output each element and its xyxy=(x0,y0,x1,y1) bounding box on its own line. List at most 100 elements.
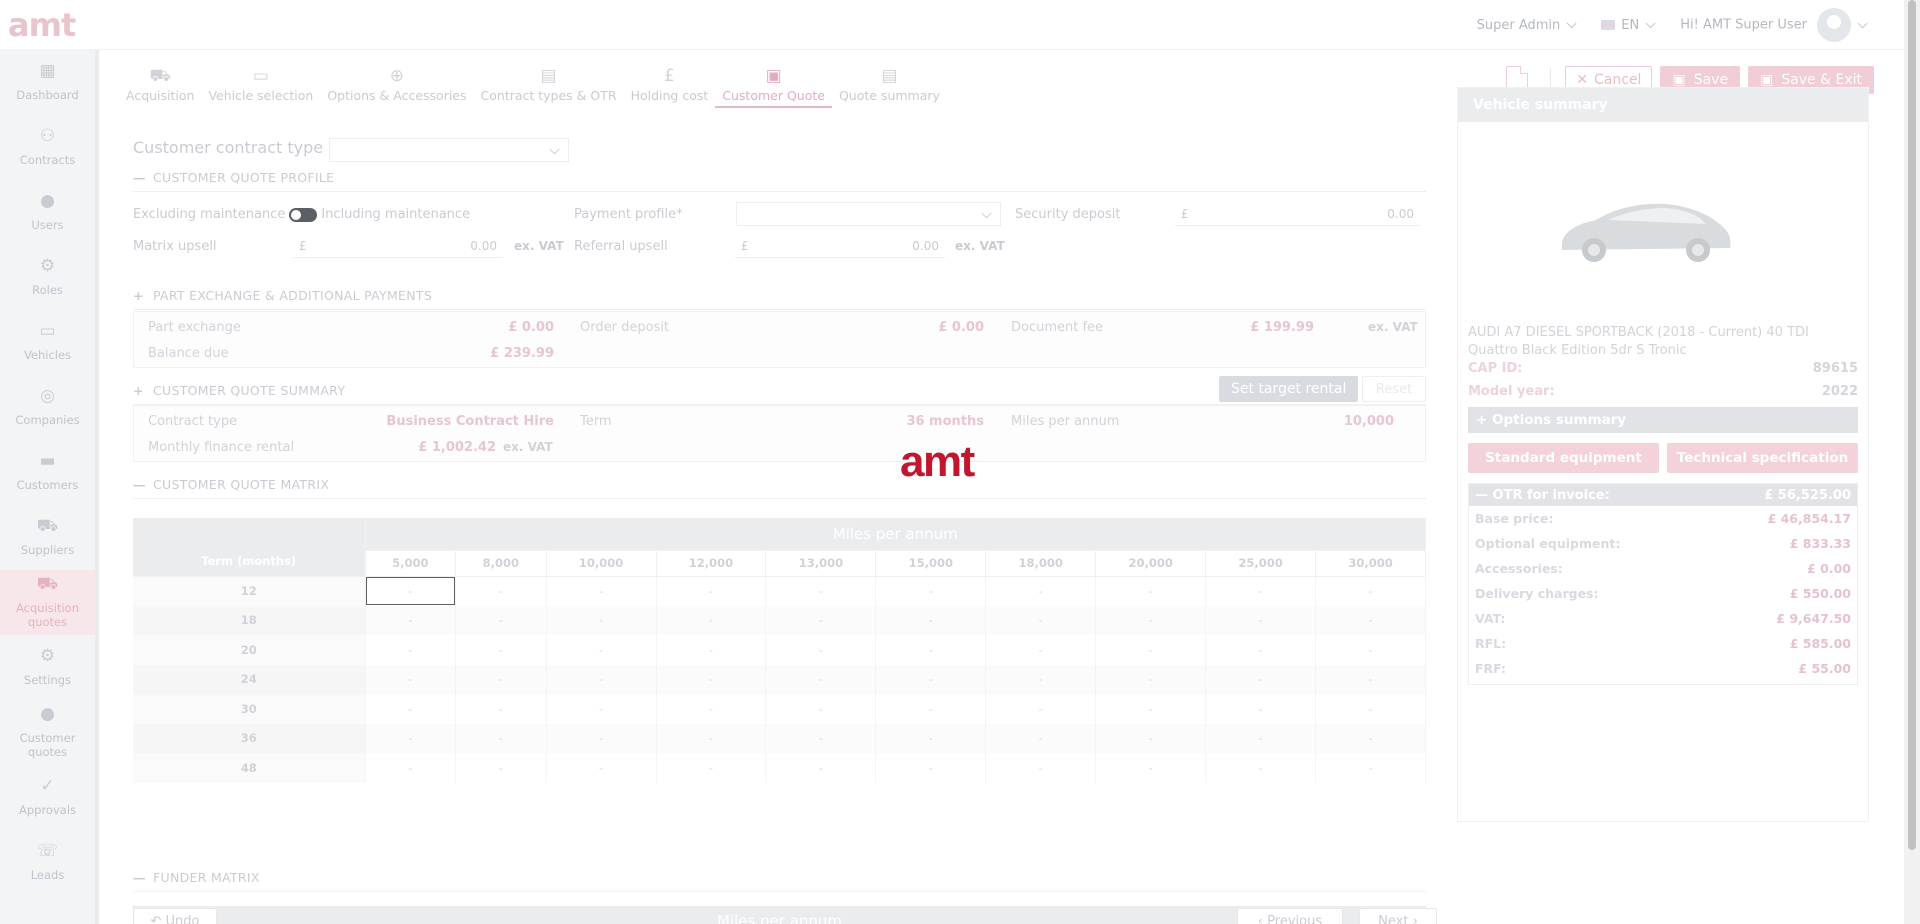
matrix-cell[interactable]: - xyxy=(985,664,1097,694)
standard-equipment-button[interactable]: Standard equipment xyxy=(1468,443,1659,473)
matrix-cell[interactable]: - xyxy=(875,576,987,606)
security-deposit-input[interactable]: £0.00 xyxy=(1175,202,1420,226)
matrix-cell[interactable]: - xyxy=(546,576,657,606)
section-funder-matrix[interactable]: — FUNDER MATRIX xyxy=(133,870,1426,892)
matrix-cell[interactable]: - xyxy=(875,635,987,665)
sidebar-item-customer-quotes[interactable]: ● Customer quotes xyxy=(0,700,95,765)
previous-button[interactable]: ‹ Previous xyxy=(1237,908,1343,924)
matrix-cell[interactable]: - xyxy=(985,723,1097,753)
matrix-cell[interactable]: - xyxy=(1315,664,1426,694)
sidebar-item-approvals[interactable]: ✓ Approvals xyxy=(0,765,95,830)
matrix-cell[interactable]: - xyxy=(875,694,987,724)
matrix-cell[interactable]: - xyxy=(546,753,657,783)
matrix-cell[interactable]: - xyxy=(1205,576,1317,606)
matrix-cell[interactable]: - xyxy=(765,635,877,665)
matrix-cell[interactable]: - xyxy=(365,664,457,694)
section-customer-quote-matrix[interactable]: — CUSTOMER QUOTE MATRIX xyxy=(133,477,1426,499)
tab-vehicle-selection[interactable]: ▭ Vehicle selection xyxy=(201,66,320,108)
matrix-cell[interactable]: - xyxy=(1095,664,1207,694)
matrix-cell[interactable]: - xyxy=(985,635,1097,665)
matrix-upsell-input[interactable]: £0.00 xyxy=(293,234,503,258)
page-scrollbar[interactable] xyxy=(1904,0,1920,924)
matrix-cell[interactable]: - xyxy=(765,664,877,694)
matrix-cell[interactable]: - xyxy=(875,605,987,635)
sidebar-item-suppliers[interactable]: ⛟ Suppliers xyxy=(0,505,95,570)
matrix-cell[interactable]: - xyxy=(1205,605,1317,635)
sidebar-item-vehicles[interactable]: ▭ Vehicles xyxy=(0,310,95,375)
sidebar-item-leads[interactable]: ☏ Leads xyxy=(0,830,95,895)
tab-acquisition[interactable]: ⛟ Acquisition xyxy=(119,66,201,108)
matrix-cell[interactable]: - xyxy=(765,723,877,753)
matrix-cell[interactable]: - xyxy=(365,723,457,753)
matrix-cell[interactable]: - xyxy=(985,753,1097,783)
matrix-cell[interactable]: - xyxy=(455,723,547,753)
matrix-cell[interactable]: - xyxy=(546,694,657,724)
matrix-cell[interactable]: - xyxy=(546,635,657,665)
payment-profile-select[interactable] xyxy=(736,202,1001,226)
matrix-cell[interactable]: - xyxy=(656,664,767,694)
matrix-cell[interactable]: - xyxy=(1205,723,1317,753)
reset-button[interactable]: Reset xyxy=(1362,376,1426,402)
options-summary-toggle[interactable]: + Options summary xyxy=(1468,407,1858,433)
matrix-cell[interactable]: - xyxy=(365,635,457,665)
matrix-cell[interactable]: - xyxy=(985,576,1097,606)
matrix-cell[interactable]: - xyxy=(1205,753,1317,783)
matrix-cell[interactable]: - xyxy=(1205,664,1317,694)
section-customer-quote-profile[interactable]: — CUSTOMER QUOTE PROFILE xyxy=(133,170,1426,192)
matrix-cell[interactable]: - xyxy=(455,753,547,783)
matrix-cell[interactable]: - xyxy=(765,753,877,783)
sidebar-item-roles[interactable]: ⚙ Roles xyxy=(0,245,95,310)
matrix-cell[interactable]: - xyxy=(765,605,877,635)
sidebar-item-acquisition-quotes[interactable]: ⛟ Acquisition quotes xyxy=(0,570,95,635)
matrix-cell[interactable]: - xyxy=(656,576,767,606)
matrix-cell[interactable]: - xyxy=(656,753,767,783)
matrix-cell[interactable]: - xyxy=(1315,753,1426,783)
matrix-cell[interactable]: - xyxy=(1095,753,1207,783)
user-menu[interactable]: Hi! AMT Super User xyxy=(1680,8,1868,42)
matrix-cell[interactable]: - xyxy=(455,605,547,635)
matrix-cell[interactable]: - xyxy=(546,664,657,694)
matrix-cell[interactable]: - xyxy=(656,723,767,753)
sidebar-item-companies[interactable]: ◎ Companies xyxy=(0,375,95,440)
matrix-cell[interactable]: - xyxy=(1095,605,1207,635)
matrix-cell[interactable]: - xyxy=(1205,694,1317,724)
section-part-exchange[interactable]: + PART EXCHANGE & ADDITIONAL PAYMENTS xyxy=(133,288,1426,310)
sidebar-item-settings[interactable]: ⚙ Settings xyxy=(0,635,95,700)
matrix-cell[interactable]: - xyxy=(1315,576,1426,606)
maintenance-toggle[interactable] xyxy=(289,207,318,222)
tab-holding-cost[interactable]: £ Holding cost xyxy=(624,66,716,108)
matrix-cell[interactable]: - xyxy=(1095,723,1207,753)
referral-upsell-input[interactable]: £0.00 xyxy=(735,234,945,258)
matrix-cell[interactable]: - xyxy=(1315,635,1426,665)
matrix-cell[interactable]: - xyxy=(546,723,657,753)
amt-logo[interactable]: amt xyxy=(8,6,76,44)
matrix-cell[interactable]: - xyxy=(1095,694,1207,724)
sidebar-item-customers[interactable]: ▬ Customers xyxy=(0,440,95,505)
matrix-cell[interactable]: - xyxy=(1315,723,1426,753)
matrix-cell[interactable]: - xyxy=(455,635,547,665)
matrix-cell[interactable]: - xyxy=(985,694,1097,724)
matrix-cell[interactable]: - xyxy=(875,723,987,753)
matrix-cell[interactable]: - xyxy=(365,694,457,724)
matrix-cell[interactable]: - xyxy=(985,605,1097,635)
matrix-cell[interactable]: - xyxy=(1205,635,1317,665)
matrix-cell[interactable]: - xyxy=(365,753,457,783)
tab-contract-types[interactable]: ▤ Contract types & OTR xyxy=(474,66,624,108)
matrix-cell[interactable]: - xyxy=(455,576,547,606)
tab-customer-quote[interactable]: ▣ Customer Quote xyxy=(715,66,832,108)
matrix-cell[interactable]: - xyxy=(875,753,987,783)
matrix-cell[interactable]: - xyxy=(765,694,877,724)
contract-type-select[interactable] xyxy=(329,138,569,162)
matrix-cell[interactable]: - xyxy=(1095,635,1207,665)
matrix-cell[interactable]: - xyxy=(455,664,547,694)
next-button[interactable]: Next › xyxy=(1359,908,1437,924)
matrix-cell[interactable]: - xyxy=(365,605,457,635)
scrollbar-thumb[interactable] xyxy=(1908,0,1916,850)
matrix-cell[interactable]: - xyxy=(765,576,877,606)
matrix-cell[interactable]: - xyxy=(365,576,457,606)
matrix-cell[interactable]: - xyxy=(1095,576,1207,606)
undo-button[interactable]: ↶ Undo xyxy=(133,908,217,924)
matrix-cell[interactable]: - xyxy=(656,605,767,635)
matrix-cell[interactable]: - xyxy=(1315,694,1426,724)
sidebar-item-users[interactable]: ● Users xyxy=(0,180,95,245)
